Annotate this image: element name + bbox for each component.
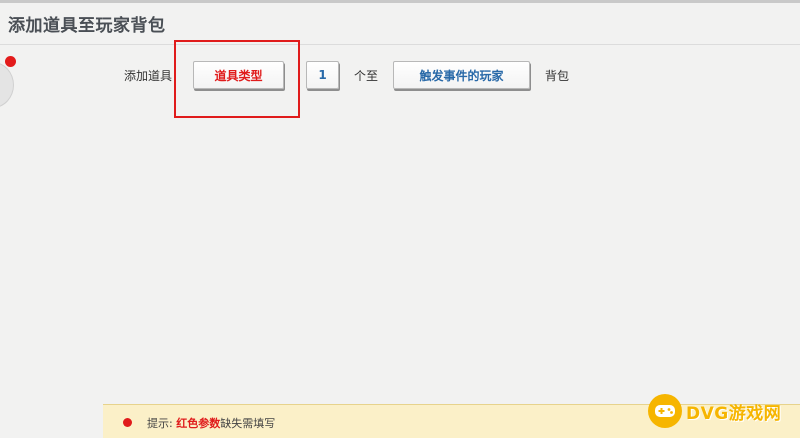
hint-text: 提示: 红色参数缺失需填写 <box>147 415 275 431</box>
row-suffix-text: 背包 <box>545 69 570 83</box>
window-top-border <box>0 0 800 3</box>
error-dot-icon <box>5 56 16 67</box>
hint-dot-icon <box>123 418 132 427</box>
row-prefix-text: 添加道具 <box>124 69 173 83</box>
hint-red-param: 红色参数 <box>176 417 221 430</box>
count-param-button[interactable]: 1 <box>306 61 339 89</box>
avatar <box>0 62 14 108</box>
title-divider <box>0 44 800 45</box>
hint-label: 提示: <box>147 417 177 430</box>
gamepad-icon <box>648 394 682 428</box>
watermark-text: DVG游戏网 <box>686 403 782 424</box>
player-param-button[interactable]: 触发事件的玩家 <box>393 61 530 89</box>
hint-rest: 缺失需填写 <box>220 417 276 430</box>
row-middle-text: 个至 <box>354 69 379 83</box>
page-title: 添加道具至玩家背包 <box>8 16 166 36</box>
watermark-logo: DVG游戏网 <box>648 393 781 429</box>
highlight-box <box>174 40 300 118</box>
